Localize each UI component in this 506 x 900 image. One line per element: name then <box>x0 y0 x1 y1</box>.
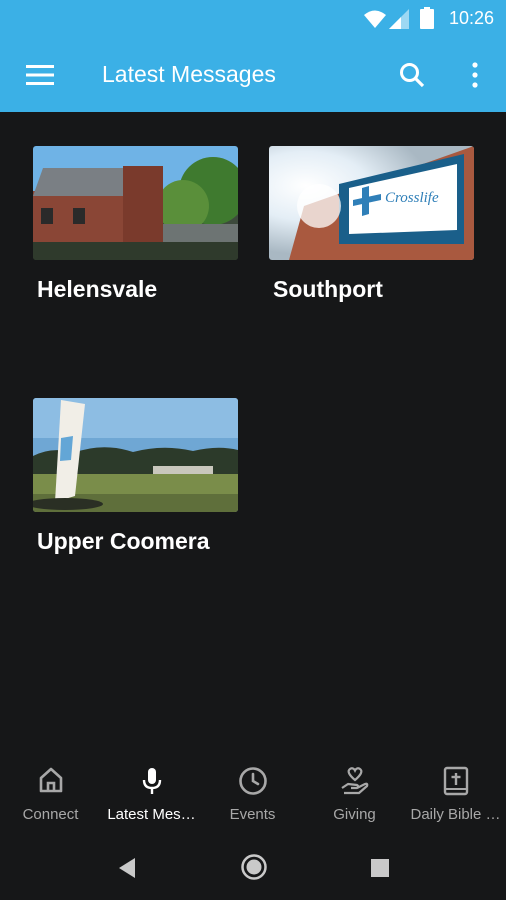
bible-icon <box>443 766 468 796</box>
giving-hand-heart-icon <box>340 767 368 795</box>
app-bar: Latest Messages <box>0 38 506 112</box>
back-icon[interactable] <box>118 857 136 879</box>
search-button[interactable] <box>390 55 434 95</box>
nav-connect-label: Connect <box>22 806 79 823</box>
system-navigation-bar <box>0 838 506 900</box>
status-bar: 10:26 <box>0 0 506 38</box>
nav-daily-bible[interactable]: Daily Bible … <box>405 752 506 838</box>
more-options-button[interactable] <box>456 55 494 95</box>
home-icon <box>39 767 62 793</box>
nav-daily-bible-label: Daily Bible … <box>410 806 501 823</box>
location-name: Upper Coomera <box>37 528 210 554</box>
location-thumbnail: Crosslife <box>269 146 474 260</box>
nav-events[interactable]: Events <box>202 752 303 838</box>
more-vert-icon <box>472 62 478 88</box>
location-name: Helensvale <box>37 276 158 302</box>
battery-icon <box>420 7 434 29</box>
nav-giving[interactable]: Giving <box>304 752 405 838</box>
wifi-icon <box>364 10 386 28</box>
clock-icon <box>238 767 267 795</box>
location-card-upper-coomera[interactable]: Upper Coomera <box>33 398 238 555</box>
location-card-helensvale[interactable]: Helensvale <box>33 146 238 303</box>
svg-text:Crosslife: Crosslife <box>385 190 439 206</box>
nav-events-label: Events <box>229 806 276 823</box>
location-thumbnail <box>33 146 238 260</box>
recents-icon[interactable] <box>371 859 389 877</box>
location-card-southport[interactable]: Crosslife Southport <box>269 146 474 303</box>
location-name: Southport <box>273 276 383 302</box>
page-title: Latest Messages <box>102 61 276 87</box>
bottom-navigation: Connect Latest Mes… Events Giving Daily … <box>0 752 506 838</box>
signal-icon <box>389 9 409 29</box>
status-time: 10:26 <box>448 8 494 28</box>
home-circle-icon[interactable] <box>240 853 268 881</box>
microphone-icon <box>142 768 161 794</box>
search-icon <box>400 63 425 88</box>
nav-latest-messages[interactable]: Latest Mes… <box>101 752 202 838</box>
nav-giving-label: Giving <box>333 806 376 823</box>
menu-button[interactable] <box>18 55 62 95</box>
menu-icon <box>26 65 54 85</box>
nav-connect[interactable]: Connect <box>0 752 101 838</box>
location-thumbnail <box>33 398 238 512</box>
nav-latest-messages-label: Latest Mes… <box>107 806 196 823</box>
